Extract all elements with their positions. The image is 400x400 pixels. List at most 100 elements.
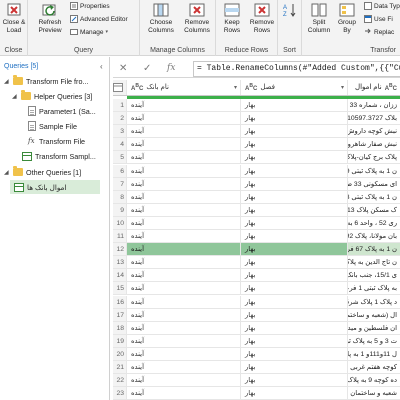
row-number[interactable]: 8 bbox=[113, 190, 127, 203]
cell-season[interactable]: بهار bbox=[241, 230, 348, 243]
table-row[interactable]: 2آیندهبهاربلاک 10597.3727 فرعی bbox=[113, 112, 400, 126]
cell-season[interactable]: بهار bbox=[241, 387, 348, 400]
cell-season[interactable]: بهار bbox=[241, 190, 348, 203]
collapse-pane-icon[interactable]: ‹ bbox=[100, 62, 103, 71]
cell-season[interactable]: بهار bbox=[241, 321, 348, 334]
row-number[interactable]: 3 bbox=[113, 125, 127, 138]
cell-asset-name[interactable]: ده کوچه 9 به پلاک ثبتی 97 bbox=[348, 374, 400, 386]
table-row[interactable]: 11آیندهبهاربان مولانا، پلاک 92 ضلع bbox=[113, 230, 400, 244]
table-row[interactable]: 18آیندهبهاران فلسطین و میدان جنب باد bbox=[113, 321, 400, 335]
column-header-season[interactable]: ABC فصل ▾ bbox=[241, 80, 348, 95]
table-row[interactable]: 22آیندهبهارده کوچه 9 به پلاک ثبتی 97 bbox=[113, 374, 400, 388]
cell-season[interactable]: بهار bbox=[241, 177, 348, 190]
replace-values-button[interactable]: Replac bbox=[364, 28, 394, 36]
cell-season[interactable]: بهار bbox=[241, 347, 348, 360]
table-row[interactable]: 14آیندهبهاری 15/1، جنب بانک انصار bbox=[113, 269, 400, 283]
cell-bank-name[interactable]: آینده bbox=[127, 230, 241, 243]
cell-asset-name[interactable]: ن تاج الدین به پلاک ثبتی 8 bbox=[348, 256, 400, 268]
row-number[interactable]: 21 bbox=[113, 361, 127, 374]
cell-bank-name[interactable]: آینده bbox=[127, 138, 241, 151]
cell-season[interactable]: بهار bbox=[241, 295, 348, 308]
row-number[interactable]: 19 bbox=[113, 334, 127, 347]
table-row[interactable]: 19آیندهبهارت 3 و 5 به پلاک ثبتی 24 bbox=[113, 334, 400, 348]
cell-bank-name[interactable]: آینده bbox=[127, 164, 241, 177]
row-number[interactable]: 22 bbox=[113, 374, 127, 387]
cell-season[interactable]: بهار bbox=[241, 282, 348, 295]
remove-columns-button[interactable]: Remove Columns bbox=[180, 2, 214, 34]
table-row[interactable]: 7آیندهبهارای مسکونی 33 طبقه هفتک bbox=[113, 177, 400, 191]
cell-asset-name[interactable]: نبش صفار شاهرودی 4 ت bbox=[348, 138, 400, 150]
row-number[interactable]: 17 bbox=[113, 308, 127, 321]
row-number[interactable]: 18 bbox=[113, 321, 127, 334]
advanced-editor-button[interactable]: Advanced Editor bbox=[70, 15, 128, 23]
cell-asset-name[interactable]: ن 1 به پلاک 67 فرعی از 14 bbox=[348, 243, 400, 255]
table-row[interactable]: 9آیندهبهارک مسکن پلاک 13 به پلاک bbox=[113, 203, 400, 217]
cell-asset-name[interactable]: ی 15/1، جنب بانک انصار bbox=[348, 269, 400, 281]
row-number[interactable]: 9 bbox=[113, 203, 127, 216]
table-row[interactable]: 15آیندهبهاربه پلاک ثبتی 1 فرعی از 586 bbox=[113, 282, 400, 296]
cell-bank-name[interactable]: آینده bbox=[127, 112, 241, 125]
keep-rows-button[interactable]: Keep Rows bbox=[218, 2, 246, 34]
row-number[interactable]: 14 bbox=[113, 269, 127, 282]
function-icon[interactable]: fx bbox=[167, 63, 175, 73]
cell-bank-name[interactable]: آینده bbox=[127, 269, 241, 282]
cell-asset-name[interactable]: شعبه و ساختمان فوقانی شع bbox=[348, 387, 400, 399]
cell-asset-name[interactable]: ن 1 به پلاک ثبتی 393 فرعی از 6 bbox=[348, 191, 400, 203]
cell-bank-name[interactable]: آینده bbox=[127, 243, 241, 256]
row-number[interactable]: 11 bbox=[113, 230, 127, 243]
cell-asset-name[interactable]: کوچه هفتم غربی ، خ شهرا bbox=[348, 361, 400, 373]
chevron-down-icon[interactable]: ▾ bbox=[341, 80, 347, 95]
cell-bank-name[interactable]: آینده bbox=[127, 321, 241, 334]
table-row[interactable]: 13آیندهبهارن تاج الدین به پلاک ثبتی 8 bbox=[113, 256, 400, 270]
table-row[interactable]: 1آیندهبهارززان ، شماره 33 و 35 ب bbox=[113, 99, 400, 113]
group-by-button[interactable]: Group By bbox=[334, 2, 360, 34]
cell-season[interactable]: بهار bbox=[241, 125, 348, 138]
cell-season[interactable]: بهار bbox=[241, 151, 348, 164]
cell-bank-name[interactable]: آینده bbox=[127, 361, 241, 374]
cell-season[interactable]: بهار bbox=[241, 216, 348, 229]
cell-asset-name[interactable]: د پلاک 1 پلاک شرقی - پلاک2 bbox=[348, 296, 400, 308]
cell-bank-name[interactable]: آینده bbox=[127, 308, 241, 321]
cell-bank-name[interactable]: آینده bbox=[127, 203, 241, 216]
column-header-asset-name[interactable]: نام اموال ABC bbox=[348, 80, 400, 95]
row-number[interactable]: 7 bbox=[113, 177, 127, 190]
query-parameter1[interactable]: Parameter1 (Sa... bbox=[28, 104, 96, 118]
table-row[interactable]: 23آیندهبهارشعبه و ساختمان فوقانی شع bbox=[113, 387, 400, 400]
cell-asset-name[interactable]: ت 3 و 5 به پلاک ثبتی 24 bbox=[348, 335, 400, 347]
split-column-button[interactable]: Split Column bbox=[306, 2, 332, 34]
properties-button[interactable]: Properties bbox=[70, 2, 110, 10]
table-row[interactable]: 20آیندهبهارل 11و111و 1 به پلاک ثبتی bbox=[113, 347, 400, 361]
cell-season[interactable]: بهار bbox=[241, 164, 348, 177]
cell-bank-name[interactable]: آینده bbox=[127, 190, 241, 203]
data-type-button[interactable]: Data Type bbox=[364, 2, 400, 10]
cell-bank-name[interactable]: آینده bbox=[127, 151, 241, 164]
cell-asset-name[interactable]: ک مسکن پلاک 13 به پلاک bbox=[348, 204, 400, 216]
cell-asset-name[interactable]: به پلاک ثبتی 1 فرعی از 586 bbox=[348, 282, 400, 294]
cell-bank-name[interactable]: آینده bbox=[127, 387, 241, 400]
manage-button[interactable]: Manage ▾ bbox=[70, 28, 108, 36]
cell-bank-name[interactable]: آینده bbox=[127, 334, 241, 347]
remove-rows-button[interactable]: Remove Rows bbox=[247, 2, 277, 34]
query-transform-sample[interactable]: Transform Sampl... bbox=[22, 149, 96, 163]
cell-asset-name[interactable]: پلاک برج کیان-پلاک 2551 به bbox=[348, 151, 400, 163]
choose-columns-button[interactable]: Choose Columns bbox=[144, 2, 178, 34]
row-number[interactable]: 10 bbox=[113, 216, 127, 229]
query-bank-assets[interactable]: اموال بانک ها bbox=[10, 180, 100, 194]
cell-season[interactable]: بهار bbox=[241, 138, 348, 151]
cell-asset-name[interactable]: ری 52 ، واحد 6 به پلاک bbox=[348, 217, 400, 229]
table-row[interactable]: 6آیندهبهارن 1 به پلاک ثبتی 959 فرعی bbox=[113, 164, 400, 178]
cell-season[interactable]: بهار bbox=[241, 308, 348, 321]
cell-asset-name[interactable]: بان مولانا، پلاک 92 ضلع bbox=[348, 230, 400, 242]
select-all-corner[interactable] bbox=[113, 80, 127, 95]
table-row[interactable]: 8آیندهبهارن 1 به پلاک ثبتی 393 فرعی از 6 bbox=[113, 190, 400, 204]
cell-asset-name[interactable]: ای مسکونی 33 طبقه هفتک bbox=[348, 178, 400, 190]
row-number[interactable]: 16 bbox=[113, 295, 127, 308]
cell-season[interactable]: بهار bbox=[241, 269, 348, 282]
sort-ascending-button[interactable]: AZ bbox=[280, 2, 300, 19]
cell-asset-name[interactable]: ل 11و111و 1 به پلاک ثبتی bbox=[348, 348, 400, 360]
refresh-preview-button[interactable]: Refresh Preview bbox=[34, 2, 66, 34]
table-row[interactable]: 16آیندهبهارد پلاک 1 پلاک شرقی - پلاک2 bbox=[113, 295, 400, 309]
cell-bank-name[interactable]: آینده bbox=[127, 99, 241, 112]
row-number[interactable]: 2 bbox=[113, 112, 127, 125]
row-number[interactable]: 1 bbox=[113, 99, 127, 112]
